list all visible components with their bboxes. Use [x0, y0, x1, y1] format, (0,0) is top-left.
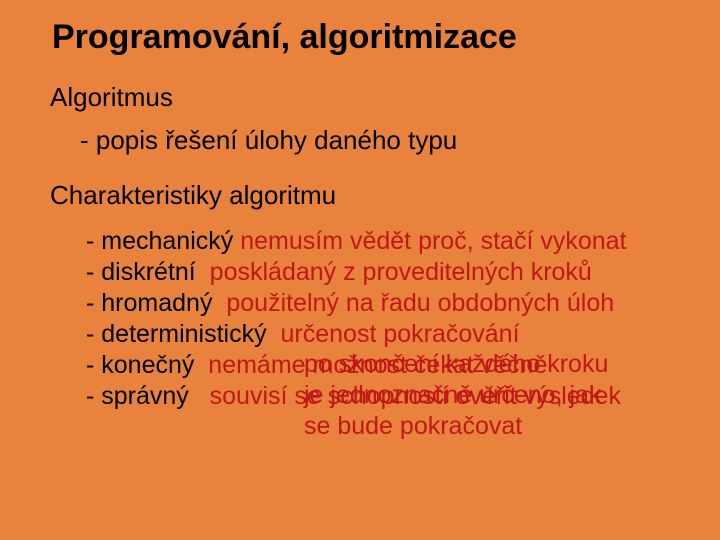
slide: Programování, algoritmizace Algoritmus -… [0, 0, 720, 540]
list-item: - mechanický nemusím vědět proč, stačí v… [86, 226, 627, 257]
item-label: - hromadný [86, 289, 212, 317]
section-algoritmus: Algoritmus [50, 82, 173, 113]
section-charakteristiky: Charakteristiky algoritmu [50, 180, 336, 211]
list-item: - diskrétní poskládaný z proveditelných … [86, 257, 627, 288]
item-desc: poskládaný z proveditelných kroků [210, 258, 592, 286]
item-label: - mechanický [86, 227, 233, 255]
definition-line: - popis řešení úlohy daného typu [80, 125, 457, 156]
item-label: - deterministický [86, 320, 267, 348]
list-item: - deterministický určenost pokračování [86, 319, 627, 350]
item-desc: nemusím vědět proč, stačí vykonat [240, 227, 626, 255]
overlay-text: po skončení každého kroku je jednoznačně… [304, 349, 608, 442]
overlay-line: se bude pokračovat [304, 411, 608, 442]
slide-title: Programování, algoritmizace [52, 18, 517, 57]
item-desc: určenost pokračování [281, 320, 520, 348]
overlay-line: po skončení každého kroku [304, 349, 608, 380]
item-label: - správný [86, 382, 189, 410]
item-label: - diskrétní [86, 258, 196, 286]
list-item: - hromadný použitelný na řadu obdobných … [86, 288, 627, 319]
item-label: - konečný [86, 351, 194, 379]
item-desc: použitelný na řadu obdobných úloh [226, 289, 614, 317]
overlay-line: je jednoznačně určeno, jak [304, 380, 608, 411]
